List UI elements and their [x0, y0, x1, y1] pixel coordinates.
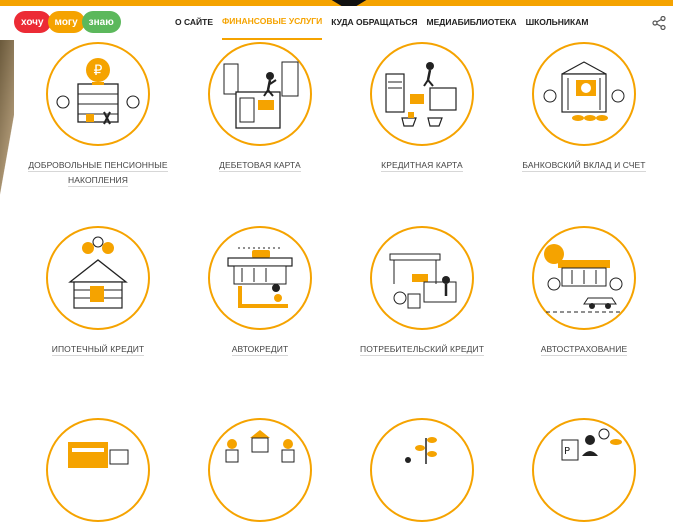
- consultant-icon[interactable]: P: [532, 418, 636, 522]
- investment-plant-icon[interactable]: [370, 418, 474, 522]
- tile-pension-label[interactable]: ДОБРОВОЛЬНЫЕ ПЕНСИОННЫЕ НАКОПЛЕНИЯ: [28, 160, 168, 187]
- debit-card-atm-icon[interactable]: [208, 42, 312, 146]
- tile-housing[interactable]: [180, 418, 340, 522]
- housing-icon[interactable]: [208, 418, 312, 522]
- consumer-loan-icon[interactable]: [370, 226, 474, 330]
- bank-deposit-icon[interactable]: [532, 42, 636, 146]
- tile-car-loan[interactable]: АВТОКРЕДИТ: [180, 226, 340, 357]
- tile-payments[interactable]: [18, 418, 178, 522]
- nav-item-about[interactable]: О САЙТЕ: [175, 8, 213, 40]
- main-nav: О САЙТЕ ФИНАНСОВЫЕ УСЛУГИ КУДА ОБРАЩАТЬС…: [175, 8, 597, 40]
- logo-part-1: хочу: [14, 11, 51, 33]
- tile-consultant[interactable]: P: [504, 418, 664, 522]
- car-loan-icon[interactable]: [208, 226, 312, 330]
- car-insurance-icon[interactable]: [532, 226, 636, 330]
- logo-part-3: знаю: [81, 11, 121, 33]
- nav-item-media-library[interactable]: МЕДИАБИБЛИОТЕКА: [427, 8, 517, 40]
- pension-building-icon[interactable]: ₽: [46, 42, 150, 146]
- tile-investment[interactable]: [342, 418, 502, 522]
- tile-credit-card[interactable]: КРЕДИТНАЯ КАРТА: [342, 42, 502, 173]
- site-logo[interactable]: хочу могу знаю: [14, 11, 121, 33]
- logo-part-2: могу: [47, 11, 85, 33]
- credit-card-shopping-icon[interactable]: [370, 42, 474, 146]
- tile-bank-deposit-label[interactable]: БАНКОВСКИЙ ВКЛАД И СЧЕТ: [522, 160, 646, 172]
- tile-car-insurance-label[interactable]: АВТОСТРАХОВАНИЕ: [540, 344, 628, 356]
- tile-bank-deposit[interactable]: БАНКОВСКИЙ ВКЛАД И СЧЕТ: [504, 42, 664, 173]
- left-decoration: [0, 40, 14, 300]
- tile-mortgage-label[interactable]: ИПОТЕЧНЫЙ КРЕДИТ: [51, 344, 145, 356]
- tile-debit-card[interactable]: ДЕБЕТОВАЯ КАРТА: [180, 42, 340, 173]
- share-icon[interactable]: [652, 16, 666, 30]
- tile-consumer-loan[interactable]: ПОТРЕБИТЕЛЬСКИЙ КРЕДИТ: [342, 226, 502, 357]
- payments-card-icon[interactable]: [46, 418, 150, 522]
- svg-text:P: P: [564, 446, 570, 457]
- tile-car-loan-label[interactable]: АВТОКРЕДИТ: [231, 344, 289, 356]
- nav-item-where-to-apply[interactable]: КУДА ОБРАЩАТЬСЯ: [331, 8, 417, 40]
- tile-debit-card-label[interactable]: ДЕБЕТОВАЯ КАРТА: [219, 160, 301, 172]
- site-header: хочу могу знаю О САЙТЕ ФИНАНСОВЫЕ УСЛУГИ…: [0, 8, 673, 40]
- mortgage-house-icon[interactable]: [46, 226, 150, 330]
- svg-text:₽: ₽: [94, 63, 103, 79]
- tile-mortgage[interactable]: ИПОТЕЧНЫЙ КРЕДИТ: [18, 226, 178, 357]
- tile-credit-card-label[interactable]: КРЕДИТНАЯ КАРТА: [381, 160, 463, 172]
- tile-car-insurance[interactable]: АВТОСТРАХОВАНИЕ: [504, 226, 664, 357]
- tile-consumer-loan-label[interactable]: ПОТРЕБИТЕЛЬСКИЙ КРЕДИТ: [360, 344, 484, 356]
- nav-item-financial-services[interactable]: ФИНАНСОВЫЕ УСЛУГИ: [222, 8, 323, 40]
- nav-item-schoolchildren[interactable]: ШКОЛЬНИКАМ: [526, 8, 589, 40]
- tile-pension[interactable]: ₽ ДОБРОВОЛЬНЫЕ ПЕНСИОННЫЕ НАКОПЛЕНИЯ: [18, 42, 178, 188]
